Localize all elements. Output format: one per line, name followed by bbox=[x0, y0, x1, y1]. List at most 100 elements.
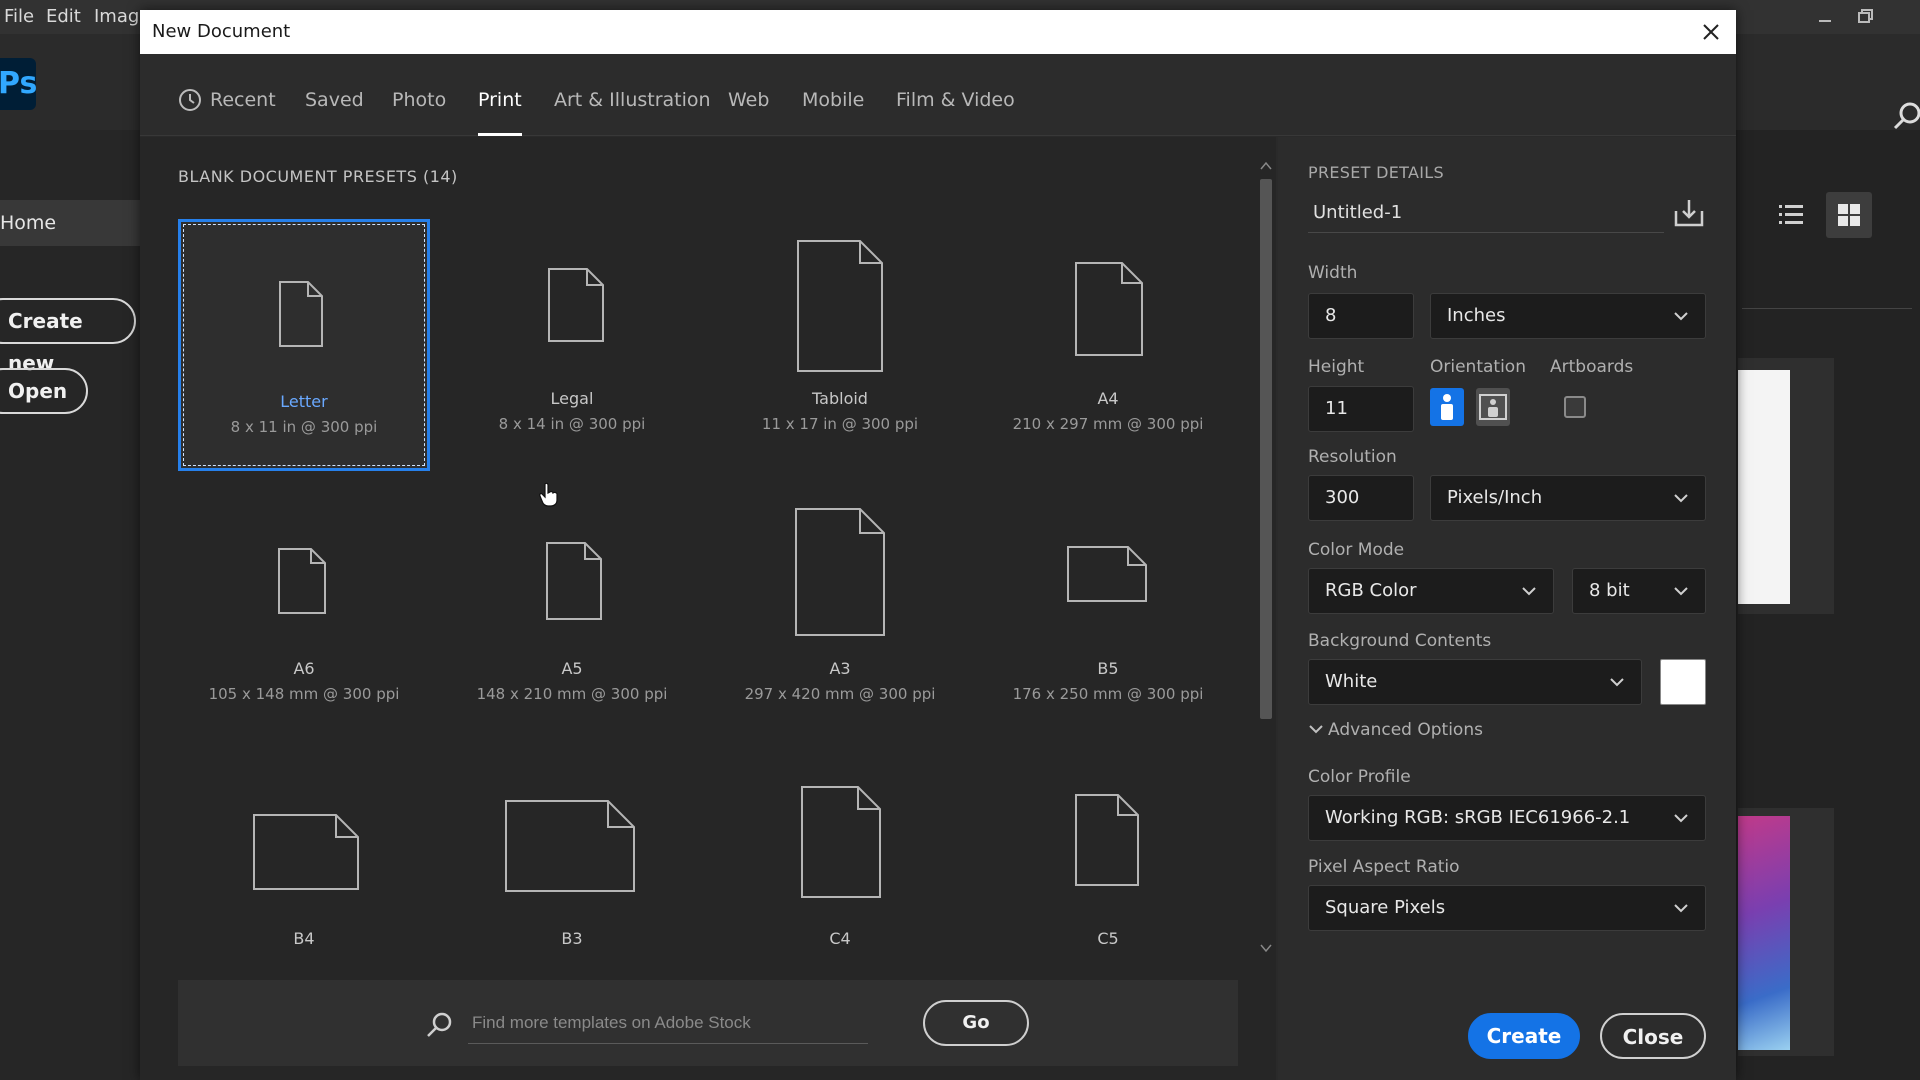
background-contents-dropdown[interactable]: White bbox=[1308, 659, 1642, 705]
tab-label: Print bbox=[478, 89, 522, 111]
dropdown-value: 8 bit bbox=[1589, 580, 1630, 601]
photoshop-logo: Ps bbox=[0, 58, 36, 110]
document-icon bbox=[505, 800, 635, 892]
document-icon bbox=[1067, 546, 1147, 602]
width-input[interactable]: 8 bbox=[1308, 293, 1414, 339]
tab-art-illustration[interactable]: Art & Illustration bbox=[554, 54, 711, 136]
document-icon bbox=[279, 281, 323, 347]
document-thumbnail bbox=[1738, 370, 1790, 604]
scroll-thumb[interactable] bbox=[1260, 179, 1272, 719]
tab-recent[interactable]: Recent bbox=[178, 54, 276, 136]
tab-mobile[interactable]: Mobile bbox=[802, 54, 864, 136]
presets-count: (14) bbox=[422, 167, 458, 186]
color-profile-dropdown[interactable]: Working RGB: sRGB IEC61966-2.1 bbox=[1308, 795, 1706, 841]
presets-heading-label: BLANK DOCUMENT PRESETS bbox=[178, 167, 418, 186]
preset-b4[interactable]: B4 bbox=[178, 757, 430, 1009]
sidebar-item-home[interactable]: Home bbox=[0, 200, 140, 246]
landscape-orientation-icon[interactable] bbox=[1476, 388, 1510, 426]
tab-web[interactable]: Web bbox=[728, 54, 769, 136]
menu-edit[interactable]: Edit bbox=[46, 0, 81, 34]
bit-depth-dropdown[interactable]: 8 bit bbox=[1572, 568, 1706, 614]
menu-file[interactable]: File bbox=[4, 0, 34, 34]
preset-a4[interactable]: A4 210 x 297 mm @ 300 ppi bbox=[982, 219, 1234, 471]
chevron-down-icon bbox=[1674, 904, 1688, 913]
presets-scrollbar[interactable] bbox=[1256, 157, 1276, 957]
create-new-button[interactable]: Create new bbox=[0, 298, 136, 375]
go-button[interactable]: Go bbox=[923, 1000, 1029, 1046]
scroll-up-icon[interactable] bbox=[1260, 161, 1272, 171]
height-input[interactable]: 11 bbox=[1308, 386, 1414, 432]
active-tab-indicator bbox=[478, 133, 522, 136]
scroll-down-icon[interactable] bbox=[1260, 943, 1272, 953]
preset-c4[interactable]: C4 bbox=[714, 757, 966, 1009]
tab-film-video[interactable]: Film & Video bbox=[896, 54, 1015, 136]
home-sidebar: Home Create new Open bbox=[0, 130, 140, 1080]
preset-b3[interactable]: B3 bbox=[446, 757, 698, 1009]
pixel-aspect-ratio-dropdown[interactable]: Square Pixels bbox=[1308, 885, 1706, 931]
preset-b5[interactable]: B5 176 x 250 mm @ 300 ppi bbox=[982, 487, 1234, 739]
recent-file-thumbnail[interactable] bbox=[1738, 808, 1834, 1056]
preset-name: A6 bbox=[293, 659, 315, 678]
artboards-checkbox[interactable] bbox=[1564, 396, 1586, 418]
presets-panel: BLANK DOCUMENT PRESETS (14) Letter 8 x 1… bbox=[140, 137, 1276, 1080]
preset-size: 8 x 14 in @ 300 ppi bbox=[498, 415, 646, 433]
open-button[interactable]: Open bbox=[0, 368, 88, 414]
preset-size: 8 x 11 in @ 300 ppi bbox=[230, 418, 378, 436]
document-name-field[interactable]: Untitled-1 bbox=[1308, 193, 1664, 233]
chevron-down-icon bbox=[1674, 312, 1688, 321]
grid-view-icon[interactable] bbox=[1826, 192, 1872, 238]
list-view-icon[interactable] bbox=[1768, 192, 1814, 238]
recent-file-thumbnail[interactable] bbox=[1738, 358, 1834, 614]
chevron-down-icon bbox=[1674, 814, 1688, 823]
poster-thumbnail bbox=[1738, 816, 1790, 1050]
preset-name: C5 bbox=[1097, 929, 1119, 948]
tab-print[interactable]: Print bbox=[478, 54, 522, 136]
color-profile-label: Color Profile bbox=[1308, 767, 1411, 787]
close-icon[interactable] bbox=[1696, 17, 1726, 47]
save-preset-icon[interactable] bbox=[1672, 197, 1706, 229]
dropdown-value: White bbox=[1325, 671, 1378, 692]
document-icon bbox=[797, 240, 883, 372]
color-mode-dropdown[interactable]: RGB Color bbox=[1308, 568, 1554, 614]
hand-cursor-icon bbox=[539, 482, 558, 507]
preset-legal[interactable]: Legal 8 x 14 in @ 300 ppi bbox=[446, 219, 698, 471]
minimize-icon[interactable] bbox=[1810, 4, 1840, 30]
search-icon[interactable] bbox=[1892, 100, 1920, 130]
portrait-orientation-icon[interactable] bbox=[1430, 388, 1464, 426]
preset-size: 11 x 17 in @ 300 ppi bbox=[761, 415, 919, 433]
artboards-label: Artboards bbox=[1550, 357, 1634, 377]
preset-details-heading: PRESET DETAILS bbox=[1308, 163, 1444, 182]
tab-saved[interactable]: Saved bbox=[305, 54, 364, 136]
close-button[interactable]: Close bbox=[1600, 1013, 1706, 1059]
preset-a6[interactable]: A6 105 x 148 mm @ 300 ppi bbox=[178, 487, 430, 739]
preset-a5[interactable]: A5 148 x 210 mm @ 300 ppi bbox=[446, 487, 698, 739]
preset-letter[interactable]: Letter 8 x 11 in @ 300 ppi bbox=[178, 219, 430, 471]
advanced-options-toggle[interactable]: Advanced Options bbox=[1308, 720, 1483, 740]
pixel-aspect-ratio-label: Pixel Aspect Ratio bbox=[1308, 857, 1460, 877]
resolution-unit-dropdown[interactable]: Pixels/Inch bbox=[1430, 475, 1706, 521]
width-unit-dropdown[interactable]: Inches bbox=[1430, 293, 1706, 339]
preset-tabloid[interactable]: Tabloid 11 x 17 in @ 300 ppi bbox=[714, 219, 966, 471]
width-label: Width bbox=[1308, 263, 1358, 283]
preset-a3[interactable]: A3 297 x 420 mm @ 300 ppi bbox=[714, 487, 966, 739]
dropdown-value: Working RGB: sRGB IEC61966-2.1 bbox=[1325, 807, 1631, 828]
category-tabs: Recent Saved Photo Print Art & Illustrat… bbox=[140, 54, 1736, 136]
preset-name: A4 bbox=[1097, 389, 1119, 408]
restore-icon[interactable] bbox=[1850, 4, 1880, 30]
new-document-dialog: New Document Recent Saved Photo Print Ar… bbox=[140, 10, 1736, 1080]
document-icon bbox=[801, 786, 881, 898]
preset-name: B4 bbox=[293, 929, 315, 948]
stock-search-input[interactable] bbox=[468, 1002, 868, 1044]
resolution-input[interactable]: 300 bbox=[1308, 475, 1414, 521]
background-color-swatch[interactable] bbox=[1660, 659, 1706, 705]
preset-name: A3 bbox=[829, 659, 851, 678]
create-button[interactable]: Create bbox=[1468, 1013, 1580, 1059]
tab-photo[interactable]: Photo bbox=[392, 54, 446, 136]
tab-label: Recent bbox=[210, 89, 276, 111]
stock-search-bar: Go bbox=[178, 980, 1238, 1066]
chevron-down-icon bbox=[1674, 494, 1688, 503]
dropdown-value: Inches bbox=[1447, 305, 1506, 326]
preset-size: 176 x 250 mm @ 300 ppi bbox=[1012, 685, 1204, 703]
height-label: Height bbox=[1308, 357, 1365, 377]
preset-c5[interactable]: C5 bbox=[982, 757, 1234, 1009]
